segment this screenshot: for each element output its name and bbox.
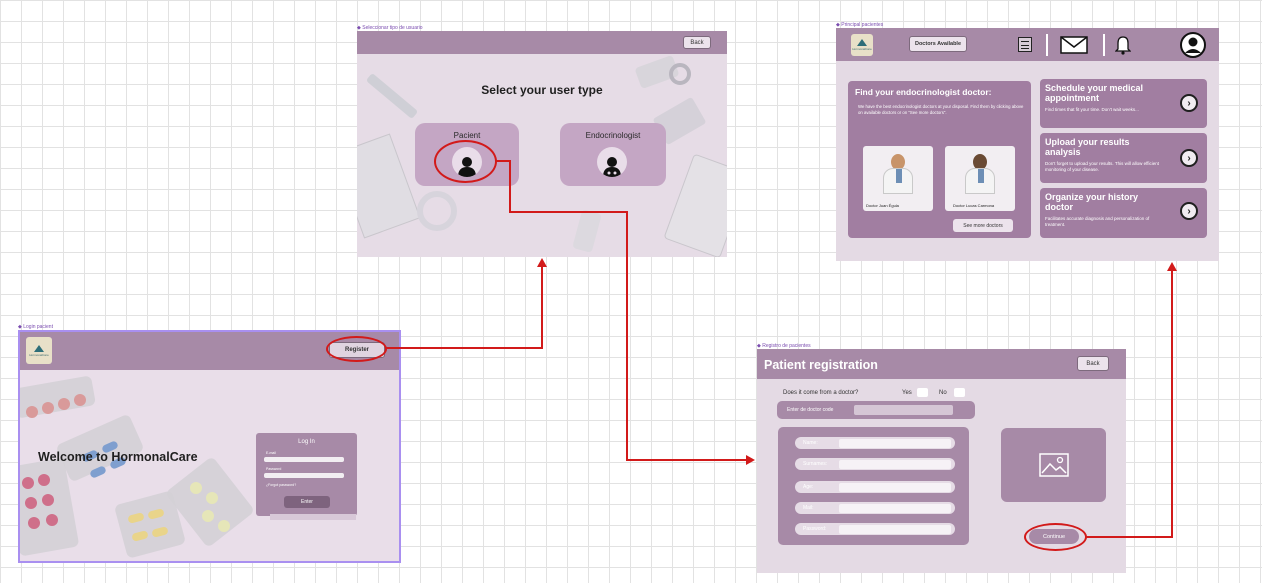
divider <box>1103 34 1105 56</box>
flow-connector <box>1171 270 1173 538</box>
no-checkbox[interactable] <box>954 388 965 397</box>
back-button[interactable]: Back <box>1077 356 1109 371</box>
mail-field: Mail: <box>795 502 955 514</box>
option-desc: Don't forget to upload your results. Thi… <box>1045 161 1159 172</box>
select-topbar <box>357 31 727 54</box>
patient-label: Pacient <box>453 131 481 140</box>
password-field: Password: <box>795 523 955 535</box>
surnames-field: Surnames: <box>795 458 955 470</box>
doctor-card[interactable]: Doctor Juan Égula <box>863 146 933 211</box>
patient-highlight <box>434 140 497 183</box>
field-label: Password: <box>803 526 827 532</box>
age-input[interactable] <box>839 482 951 492</box>
arrow-up-icon <box>537 258 547 267</box>
name-input[interactable] <box>839 438 951 448</box>
login-card: Log In E-mail Password ¿Forgot password?… <box>256 433 357 516</box>
find-doctor-title: Find your endocrinologist doctor: <box>855 87 992 97</box>
find-doctor-desc: We have the best endocrinologist doctors… <box>858 104 1024 115</box>
option-title: Schedule your medical appointment <box>1045 83 1144 103</box>
mail-icon[interactable] <box>1060 36 1088 59</box>
no-label: No <box>939 390 947 396</box>
password-input[interactable] <box>839 524 951 534</box>
doctor-code-label: Enter de doctor code <box>787 407 834 413</box>
photo-upload[interactable] <box>1001 428 1106 502</box>
password-label: Password <box>266 467 282 471</box>
login-card-shadow <box>270 514 356 520</box>
yes-checkbox[interactable] <box>917 388 928 397</box>
profile-avatar-icon[interactable] <box>1180 32 1206 63</box>
flow-connector <box>509 211 628 213</box>
chevron-right-icon[interactable]: › <box>1180 94 1198 112</box>
doctor-icon <box>597 147 627 177</box>
doctors-available-button[interactable]: Doctors Available <box>909 36 967 52</box>
chevron-right-icon[interactable]: › <box>1180 149 1198 167</box>
password-input[interactable] <box>264 473 344 478</box>
age-field: Age: <box>795 481 955 493</box>
flow-connector <box>1086 536 1173 538</box>
doctor-code-row: Enter de doctor code <box>777 401 975 419</box>
select-user-frame: Back Select your user type Pacient Endoc… <box>357 31 727 257</box>
image-icon <box>1038 453 1069 477</box>
welcome-heading: Welcome to HormonalCare <box>38 450 198 464</box>
field-label: Surnames: <box>803 461 828 467</box>
schedule-appointment-card[interactable]: Schedule your medical appointment Find t… <box>1040 79 1207 128</box>
app-logo: HormonalCare <box>851 34 873 56</box>
option-desc: Facilitates accurate diagnosis and perso… <box>1045 216 1150 227</box>
mail-input[interactable] <box>839 503 951 513</box>
email-input[interactable] <box>264 457 344 462</box>
doctor-name: Doctor Lucas Carmona <box>953 203 995 208</box>
enter-button[interactable]: Enter <box>284 496 330 508</box>
registration-title: Patient registration <box>764 358 878 372</box>
see-more-doctors-button[interactable]: See more doctors <box>953 219 1013 232</box>
back-button[interactable]: Back <box>683 36 711 49</box>
option-title: Upload your results analysis <box>1045 137 1130 157</box>
bell-icon[interactable] <box>1114 35 1132 60</box>
arrow-up-icon <box>1167 262 1177 271</box>
forgot-password-link[interactable]: ¿Forgot password? <box>266 483 296 487</box>
arrow-right-icon <box>746 455 755 465</box>
select-user-title: Select your user type <box>481 83 603 97</box>
organize-history-card[interactable]: Organize your history doctor Facilitates… <box>1040 188 1207 238</box>
from-doctor-question: Does it come from a doctor? <box>783 390 859 396</box>
email-label: E-mail <box>266 451 276 455</box>
surnames-input[interactable] <box>839 459 951 469</box>
flow-connector <box>386 347 543 349</box>
doctor-name: Doctor Juan Égula <box>866 203 899 208</box>
field-label: Name: <box>803 440 818 446</box>
field-label: Age: <box>803 484 814 490</box>
flow-connector <box>509 160 511 213</box>
field-label: Mail: <box>803 505 814 511</box>
endocrinologist-label: Endocrinologist <box>585 131 641 140</box>
login-title: Log In <box>298 439 315 445</box>
name-field: Name: <box>795 437 955 449</box>
calendar-icon[interactable] <box>1018 37 1032 52</box>
principal-frame: HormonalCare Doctors Available Find your… <box>836 28 1219 261</box>
continue-highlight <box>1024 523 1087 551</box>
find-doctor-panel: Find your endocrinologist doctor: We hav… <box>848 81 1031 238</box>
flow-connector <box>541 267 543 349</box>
doctor-card[interactable]: Doctor Lucas Carmona <box>945 146 1015 211</box>
endocrinologist-option[interactable]: Endocrinologist <box>560 123 666 186</box>
chevron-right-icon[interactable]: › <box>1180 202 1198 220</box>
option-desc: Find times that fit your time. Don't wai… <box>1045 107 1139 112</box>
divider <box>1046 34 1048 56</box>
yes-label: Yes <box>902 390 912 396</box>
login-frame: HormonalCare Register Welcome to Hormona… <box>18 330 401 563</box>
doctor-code-input[interactable] <box>854 405 953 415</box>
app-logo: HormonalCare <box>26 337 52 364</box>
upload-results-card[interactable]: Upload your results analysis Don't forge… <box>1040 133 1207 183</box>
option-title: Organize your history doctor <box>1045 192 1139 212</box>
flow-connector <box>626 459 747 461</box>
registration-form: Name: Surnames: Age: Mail: Password: <box>778 427 969 545</box>
flow-connector <box>626 211 628 461</box>
register-highlight <box>326 336 387 362</box>
